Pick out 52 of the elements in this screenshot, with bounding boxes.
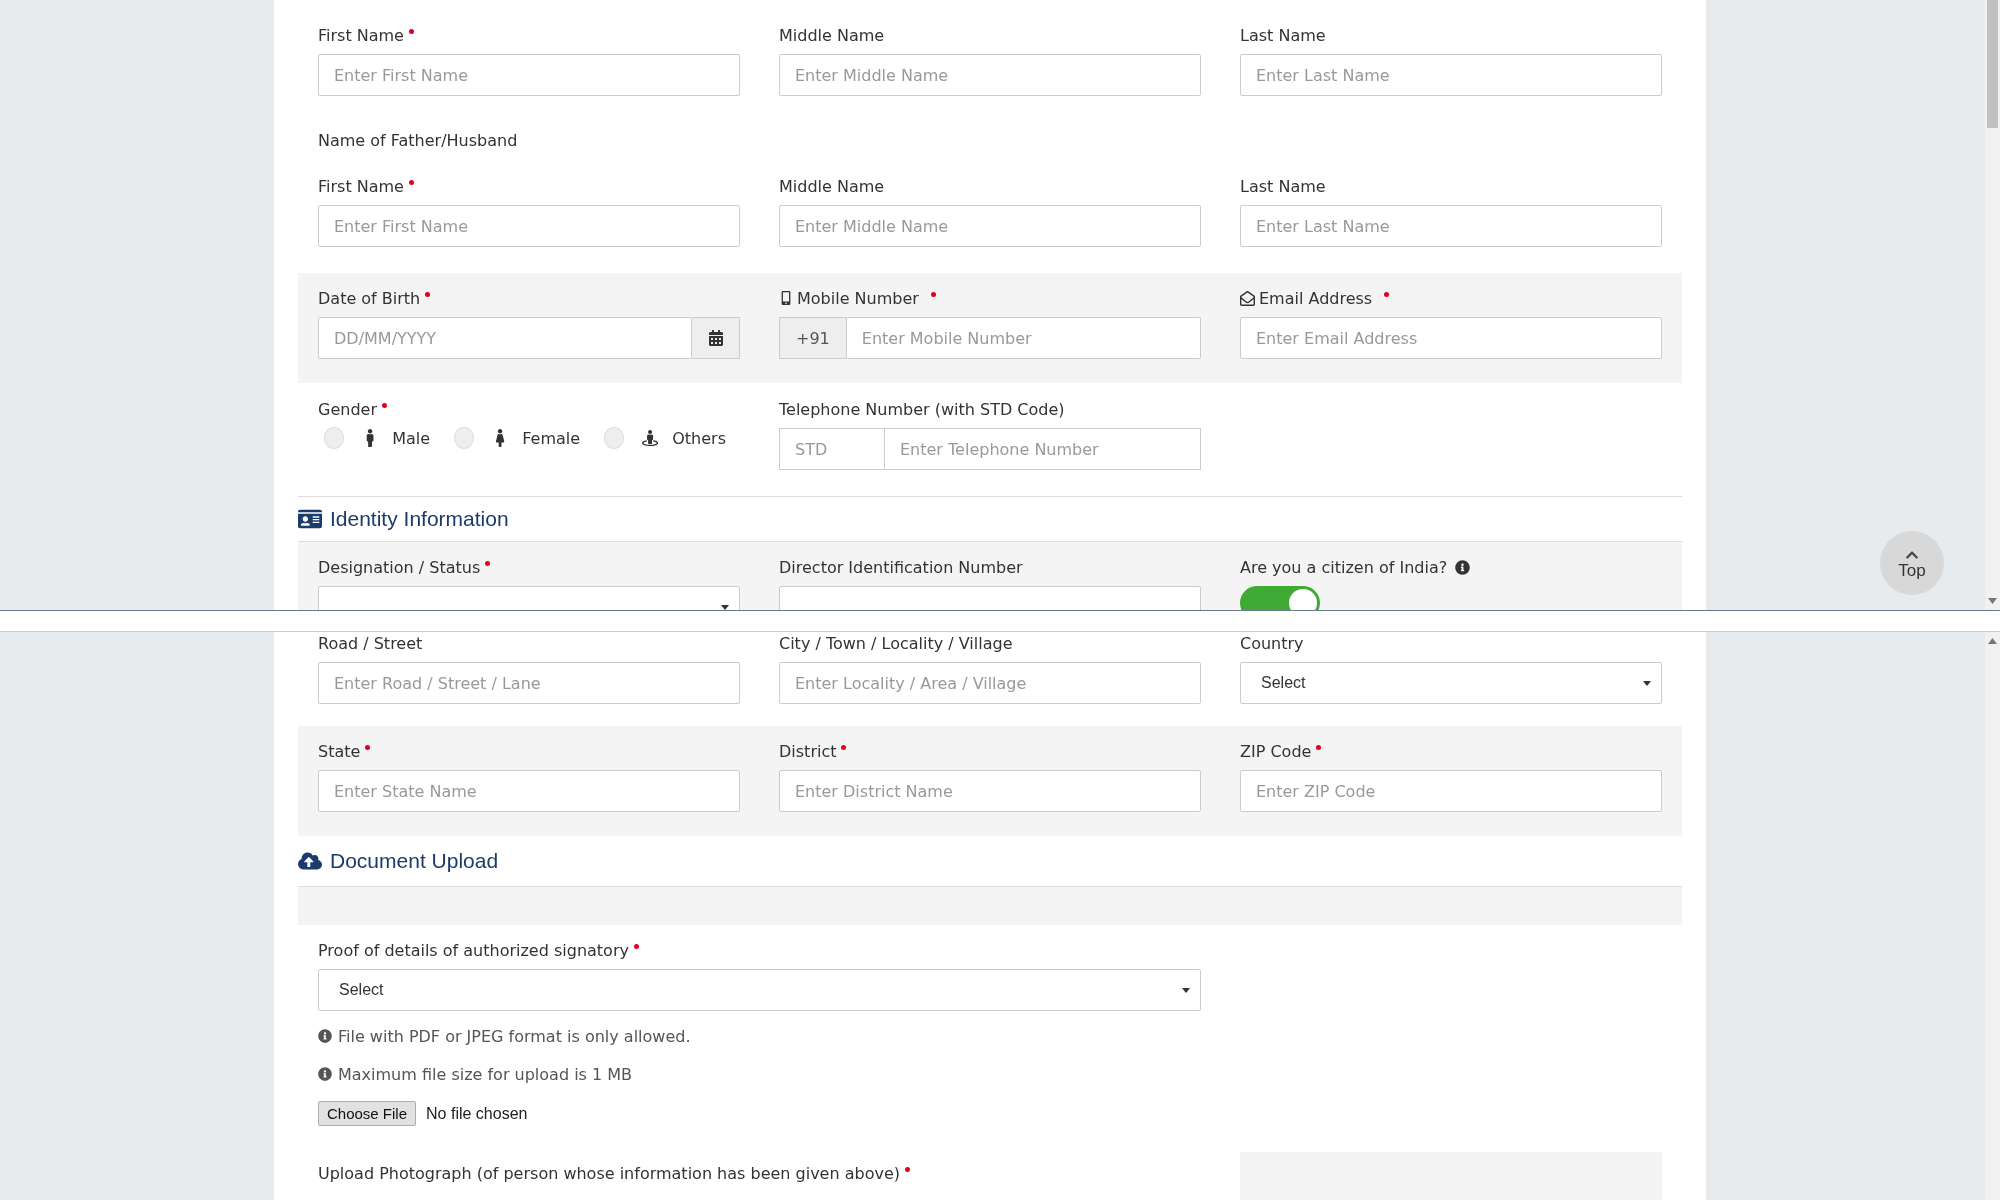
input-field[interactable]: Enter ZIP Code bbox=[1240, 770, 1662, 812]
input-field[interactable]: Enter First Name bbox=[318, 54, 740, 96]
input-field[interactable]: Enter Last Name bbox=[1240, 54, 1662, 96]
telephone-field[interactable]: Enter Telephone Number bbox=[885, 428, 1201, 470]
radio-label: Others bbox=[672, 428, 726, 448]
field-label: Proof of details of authorized signatory bbox=[318, 940, 629, 960]
section-title: Identity Information bbox=[330, 507, 509, 531]
input-field[interactable]: Enter Locality / Area / Village bbox=[779, 662, 1201, 704]
field-label: Middle Name bbox=[779, 176, 885, 196]
select-field[interactable]: Select bbox=[1240, 662, 1662, 704]
choose-file-button[interactable]: Choose File bbox=[318, 1101, 417, 1126]
input-field[interactable]: Enter District Name bbox=[779, 770, 1201, 812]
field-label: City / Town / Locality / Village bbox=[779, 633, 1013, 653]
field-label: First Name bbox=[318, 176, 404, 196]
field-label: Last Name bbox=[1240, 25, 1326, 45]
field-label: Country bbox=[1240, 633, 1304, 653]
field-label: Designation / Status bbox=[318, 557, 481, 577]
field-label: Director Identification Number bbox=[779, 557, 1023, 577]
date-field[interactable]: DD/MM/YYYY bbox=[318, 317, 692, 359]
field-label: Upload Photograph (of person whose information has been given above) bbox=[318, 1163, 900, 1183]
field-label: First Name bbox=[318, 25, 404, 45]
field-label: Road / Street bbox=[318, 633, 423, 653]
file-status: No file chosen bbox=[426, 1104, 528, 1123]
select-field[interactable]: Select bbox=[318, 969, 1201, 1011]
field-label: ZIP Code bbox=[1240, 741, 1312, 761]
hint-text: File with PDF or JPEG format is only allowed. bbox=[338, 1026, 691, 1046]
input-field[interactable]: Enter State Name bbox=[318, 770, 740, 812]
radio-label: Female bbox=[522, 428, 581, 448]
section-label: Name of Father/Husband bbox=[318, 130, 518, 150]
field-label: Mobile Number bbox=[797, 288, 919, 308]
field-label: Middle Name bbox=[779, 25, 885, 45]
field-label: District bbox=[779, 741, 837, 761]
field-label: Email Address bbox=[1259, 288, 1373, 308]
input-field[interactable]: Enter Middle Name bbox=[779, 54, 1201, 96]
mobile-field[interactable]: Enter Mobile Number bbox=[846, 317, 1201, 359]
input-field[interactable]: Enter Middle Name bbox=[779, 205, 1201, 247]
field-label: State bbox=[318, 741, 361, 761]
std-code-field[interactable]: STD bbox=[779, 428, 885, 470]
input-field[interactable]: Enter Road / Street / Lane bbox=[318, 662, 740, 704]
section-title: Document Upload bbox=[330, 849, 499, 873]
field-label: Telephone Number (with STD Code) bbox=[779, 399, 1065, 419]
input-field[interactable]: Enter Last Name bbox=[1240, 205, 1662, 247]
field-label: Gender bbox=[318, 399, 377, 419]
input-field[interactable]: Enter Email Address bbox=[1240, 317, 1662, 359]
country-code: +91 bbox=[779, 317, 847, 359]
field-label: Are you a citizen of India? bbox=[1240, 557, 1448, 577]
field-label: Date of Birth bbox=[318, 288, 421, 308]
top-button[interactable]: Top bbox=[1880, 531, 1944, 595]
radio-label: Male bbox=[392, 428, 431, 448]
field-label: Last Name bbox=[1240, 176, 1326, 196]
input-field[interactable]: Enter First Name bbox=[318, 205, 740, 247]
hint-text: Maximum file size for upload is 1 MB bbox=[338, 1064, 633, 1084]
